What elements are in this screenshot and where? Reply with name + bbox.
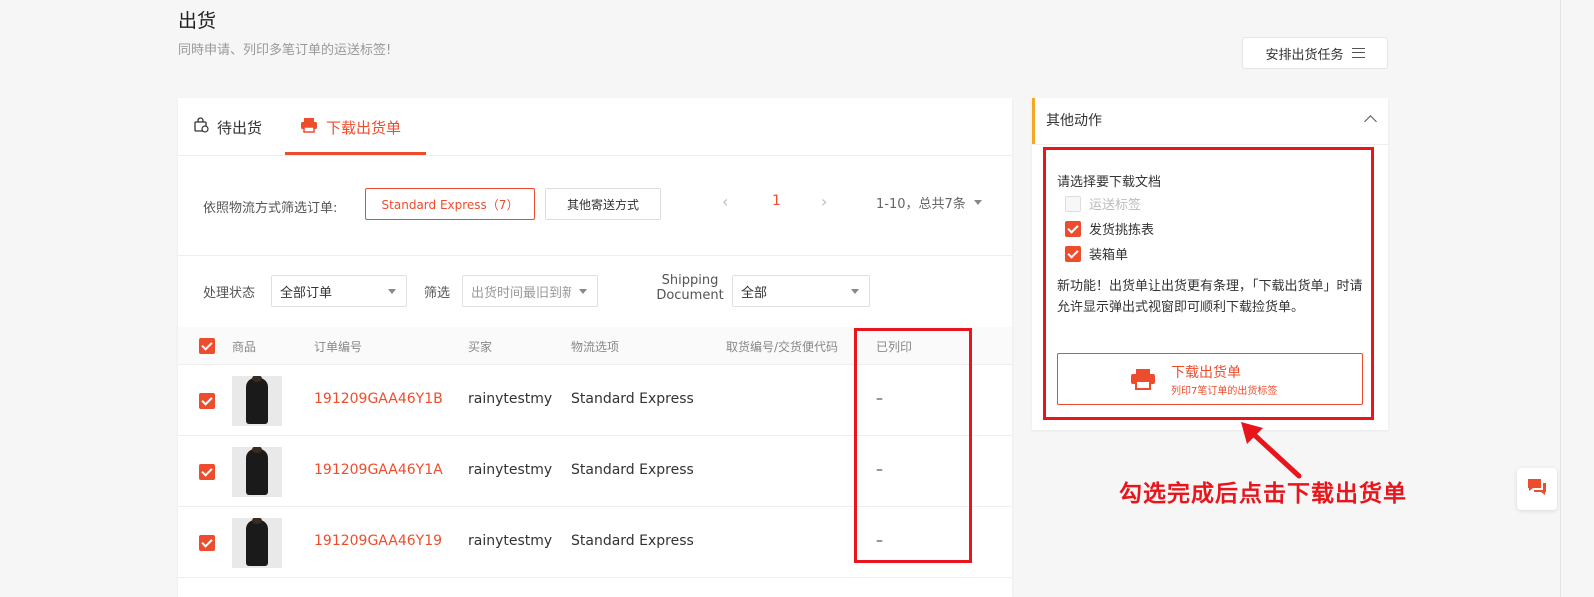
dress-image [246, 447, 268, 495]
buyer-name: rainytestmy [468, 533, 553, 549]
status-select[interactable]: 全部订单 [271, 275, 407, 307]
chevron-up-icon[interactable] [1364, 115, 1377, 128]
order-id-link[interactable]: 191209GAA46Y19 [314, 533, 442, 549]
order-id-link[interactable]: 191209GAA46Y1B [314, 391, 443, 407]
status-label: 处理状态 [203, 286, 256, 301]
caret-down-icon [973, 200, 982, 205]
printer-icon [300, 117, 318, 137]
row-checkbox[interactable] [199, 393, 215, 409]
right-edge-divider [1560, 0, 1561, 597]
row-checkbox[interactable] [199, 535, 215, 551]
select-all-checkbox[interactable] [199, 338, 215, 354]
order-id-link[interactable]: 191209GAA46Y1A [314, 462, 443, 478]
status-select-value: 全部订单 [280, 285, 333, 301]
shipping-document-value: 全部 [741, 285, 768, 301]
arrange-shipment-label: 安排出货任务 [1265, 47, 1344, 63]
panel-title: 其他动作 [1046, 113, 1102, 129]
tab-to-ship-label: 待出货 [217, 118, 263, 137]
col-buyer: 买家 [468, 340, 493, 354]
highlight-box-side-panel [1043, 147, 1374, 420]
sort-label: 筛选 [424, 286, 451, 301]
product-thumbnail [232, 376, 282, 426]
col-logistic: 物流选项 [571, 340, 620, 354]
caret-down-icon [388, 289, 396, 294]
next-page-icon[interactable]: › [821, 192, 827, 211]
shipping-document-label: Shipping Document [656, 273, 724, 303]
chat-button[interactable] [1517, 468, 1557, 510]
buyer-name: rainytestmy [468, 391, 553, 407]
tab-download-shipping-list[interactable]: 下载出货单 [300, 98, 401, 156]
package-icon [193, 117, 209, 137]
sort-select-value: 出货时间最旧到新 [471, 285, 571, 301]
active-tab-underline [285, 152, 426, 155]
logistic-option: Standard Express [571, 533, 694, 549]
caret-down-icon [579, 289, 587, 294]
other-shipping-chip[interactable]: 其他寄送方式 [545, 188, 661, 220]
prev-page-icon[interactable]: ‹ [722, 192, 728, 211]
tab-download-label: 下载出货单 [326, 118, 402, 137]
logistic-option: Standard Express [571, 462, 694, 478]
product-thumbnail [232, 447, 282, 497]
page-title: 出货 [178, 10, 217, 32]
dress-image [246, 376, 268, 424]
tab-to-ship[interactable]: 待出货 [193, 98, 262, 156]
logistics-filter-row: 依照物流方式筛选订单: Standard Express（7） 其他寄送方式 ‹… [178, 156, 1012, 256]
status-filter-row: 处理状态 全部订单 筛选 出货时间最旧到新 Shipping Document … [178, 257, 1012, 327]
shipping-document-select[interactable]: 全部 [732, 275, 870, 307]
logistics-filter-label: 依照物流方式筛选订单: [203, 201, 338, 216]
annotation-arrow-icon [1241, 422, 1302, 479]
panel-divider [1032, 144, 1388, 145]
logistic-option: Standard Express [571, 391, 694, 407]
sort-select[interactable]: 出货时间最旧到新 [462, 275, 598, 307]
shipping-document-label-line1: Shipping [661, 273, 719, 288]
page-subtitle: 同時申请、列印多笔订单的运送标签! [178, 43, 392, 58]
buyer-name: rainytestmy [468, 462, 553, 478]
highlight-box-printed-column [854, 328, 972, 563]
chat-icon [1526, 477, 1548, 501]
shipping-document-label-line2: Document [656, 288, 724, 303]
col-order-id: 订单编号 [314, 340, 363, 354]
col-pickup-code: 取货编号/交货便代码 [726, 340, 839, 354]
caret-down-icon [851, 289, 859, 294]
page-size-select[interactable]: 1-10，总共7条 [876, 193, 982, 212]
row-checkbox[interactable] [199, 464, 215, 480]
col-product: 商品 [232, 340, 257, 354]
current-page[interactable]: 1 [772, 193, 781, 209]
page-total-label: 1-10，总共7条 [876, 197, 966, 212]
arrange-shipment-button[interactable]: 安排出货任务 [1242, 37, 1388, 69]
standard-express-chip[interactable]: Standard Express（7） [365, 188, 535, 220]
annotation-text: 勾选完成后点击下载出货单 [1119, 481, 1407, 507]
menu-icon [1351, 48, 1365, 58]
tab-bar: 待出货 下载出货单 [178, 98, 1012, 156]
panel-accent-bar [1032, 98, 1035, 144]
dress-image [246, 518, 268, 566]
product-thumbnail [232, 518, 282, 568]
